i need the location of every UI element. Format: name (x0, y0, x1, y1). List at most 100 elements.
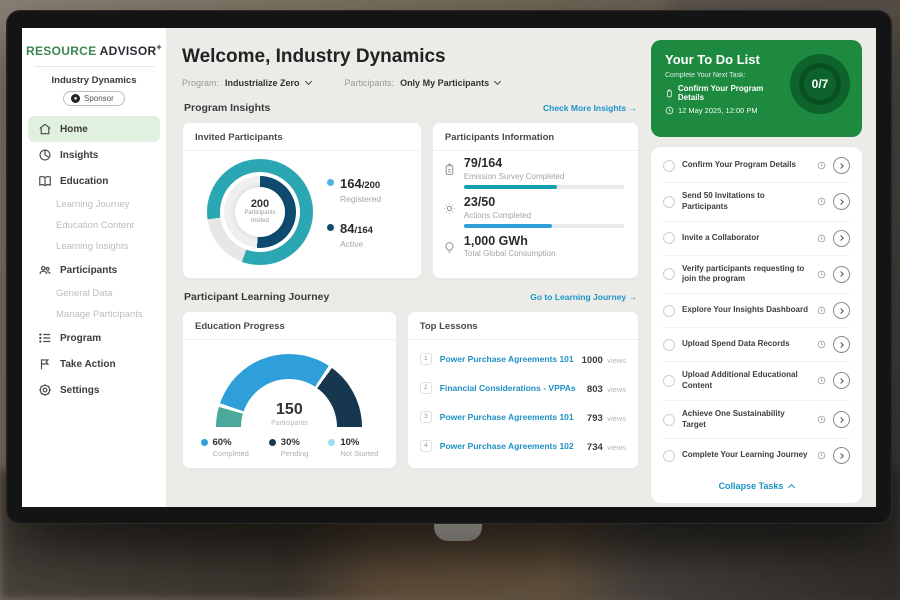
collapse-tasks-link[interactable]: Collapse Tasks (663, 472, 850, 501)
task-row[interactable]: Explore Your Insights Dashboard (663, 294, 850, 328)
task-chevron-button[interactable] (833, 302, 850, 319)
clipboard-icon (665, 89, 674, 98)
task-chevron-button[interactable] (833, 193, 850, 210)
sidebar-item[interactable]: General Data (22, 283, 166, 304)
task-chevron-button[interactable] (833, 230, 850, 247)
lesson-rank-badge: 2 (420, 382, 432, 394)
task-row[interactable]: Achieve One Sustainability Target (663, 401, 850, 440)
info-value: 23/50 (464, 196, 624, 210)
content-column: Welcome, Industry Dynamics Program: Indu… (182, 40, 639, 507)
lesson-rank-badge: 3 (420, 411, 432, 423)
info-label: Total Global Consumption (464, 249, 624, 258)
task-checkbox[interactable] (663, 232, 675, 244)
clock-icon (817, 270, 826, 279)
sidebar-item[interactable]: Insights (22, 142, 166, 168)
progress-track (464, 224, 624, 228)
chevron-right-icon (838, 199, 844, 205)
task-chevron-button[interactable] (833, 447, 850, 464)
todo-subtitle: Complete Your Next Task: (665, 72, 790, 79)
filters-row: Program: Industrialize Zero Participants… (182, 78, 639, 88)
task-checkbox[interactable] (663, 196, 675, 208)
task-label: Upload Additional Educational Content (682, 370, 810, 392)
clock-icon (817, 376, 826, 385)
info-label: Emission Survey Completed (464, 172, 624, 181)
task-row[interactable]: Upload Spend Data Records (663, 328, 850, 362)
progress-fill (464, 224, 552, 228)
sidebar-item-label: Learning Insights (56, 241, 128, 252)
learning-cards-row: Education Progress 150 Participants (182, 311, 639, 469)
lesson-link[interactable]: Power Purchase Agreements 101 (440, 354, 574, 364)
sidebar-item[interactable]: Home (28, 116, 160, 142)
sidebar-item[interactable]: Manage Participants (22, 304, 166, 325)
clock-icon (817, 197, 826, 206)
gauge-center-label: Participants (216, 420, 362, 427)
sidebar-item[interactable]: Education (22, 168, 166, 194)
info-row: 1,000 GWh Total Global Consumption (443, 235, 624, 263)
lesson-row: 5 Power Purchase Agreements 103 600 view… (420, 460, 626, 469)
sidebar-item[interactable]: Program (22, 325, 166, 351)
task-row[interactable]: Send 50 Invitations to Participants (663, 183, 850, 222)
task-row[interactable]: Confirm Your Program Details (663, 149, 850, 183)
participants-filter[interactable]: Participants: Only My Participants (345, 78, 501, 88)
chevron-right-icon (838, 417, 844, 423)
task-chevron-button[interactable] (833, 157, 850, 174)
insights-icon (38, 148, 52, 162)
sidebar-item[interactable]: Learning Journey (22, 194, 166, 215)
task-checkbox[interactable] (663, 375, 675, 387)
task-checkbox[interactable] (663, 339, 675, 351)
task-chevron-button[interactable] (833, 336, 850, 353)
lesson-views: 1000 (582, 355, 603, 366)
legend-dot-icon (327, 179, 334, 186)
lesson-link[interactable]: Financial Considerations - VPPAs (440, 383, 579, 393)
lesson-link[interactable]: Power Purchase Agreements 101 (440, 412, 579, 422)
education-progress-card: Education Progress 150 Participants (182, 311, 397, 469)
arrow-right-icon: → (629, 103, 638, 113)
sidebar-item[interactable]: Settings (22, 377, 166, 403)
task-checkbox[interactable] (663, 305, 675, 317)
lesson-link[interactable]: Power Purchase Agreements 102 (440, 441, 579, 451)
sidebar-item[interactable]: Participants (22, 257, 166, 283)
task-label: Complete Your Learning Journey (682, 450, 810, 461)
task-chevron-button[interactable] (833, 266, 850, 283)
participants-information-list: 79/164 Emission Survey Completed (433, 151, 638, 262)
sidebar-item[interactable]: Education Content (22, 215, 166, 236)
sidebar-item-label: General Data (56, 288, 113, 299)
learning-journey-title: Participant Learning Journey (184, 291, 329, 303)
clock-icon (817, 340, 826, 349)
sidebar: RESOURCE ADVISOR+ Industry Dynamics ● Sp… (22, 28, 166, 507)
lesson-views: 793 (587, 413, 603, 424)
task-row[interactable]: Complete Your Learning Journey (663, 439, 850, 472)
info-value: 1,000 GWh (464, 235, 624, 249)
info-row: 23/50 Actions Completed (443, 196, 624, 228)
task-label: Invite a Collaborator (682, 233, 810, 244)
check-more-insights-link[interactable]: Check More Insights → (543, 103, 637, 113)
program-filter[interactable]: Program: Industrialize Zero (182, 78, 311, 88)
task-chevron-button[interactable] (833, 372, 850, 389)
tasks-list: Confirm Your Program Details Send 50 (663, 149, 850, 472)
task-checkbox[interactable] (663, 450, 675, 462)
education-icon (38, 174, 52, 188)
sidebar-item[interactable]: Take Action (22, 351, 166, 377)
todo-counter: 0/7 (812, 77, 829, 91)
task-label: Upload Spend Data Records (682, 339, 810, 350)
go-to-learning-journey-link[interactable]: Go to Learning Journey → (530, 292, 637, 302)
task-row[interactable]: Invite a Collaborator (663, 222, 850, 256)
task-checkbox[interactable] (663, 160, 675, 172)
task-row[interactable]: Verify participants requesting to join t… (663, 256, 850, 295)
organization-name: Industry Dynamics (22, 75, 166, 86)
lesson-rank-badge: 1 (420, 353, 432, 365)
todo-title: Your To Do List (665, 52, 790, 67)
dashboard-screen: RESOURCE ADVISOR+ Industry Dynamics ● Sp… (22, 28, 876, 507)
info-value: 79/164 (464, 157, 624, 171)
participants-filter-label: Participants: (345, 78, 395, 88)
photo-background: RESOURCE ADVISOR+ Industry Dynamics ● Sp… (0, 0, 900, 600)
clock-icon (817, 415, 826, 424)
task-chevron-button[interactable] (833, 411, 850, 428)
task-checkbox[interactable] (663, 268, 675, 280)
task-row[interactable]: Upload Additional Educational Content (663, 362, 850, 401)
legend-entry: 84/164 Active (327, 220, 381, 249)
actions-icon (443, 202, 456, 215)
task-label: Explore Your Insights Dashboard (682, 305, 810, 316)
task-checkbox[interactable] (663, 414, 675, 426)
sidebar-item[interactable]: Learning Insights (22, 236, 166, 257)
